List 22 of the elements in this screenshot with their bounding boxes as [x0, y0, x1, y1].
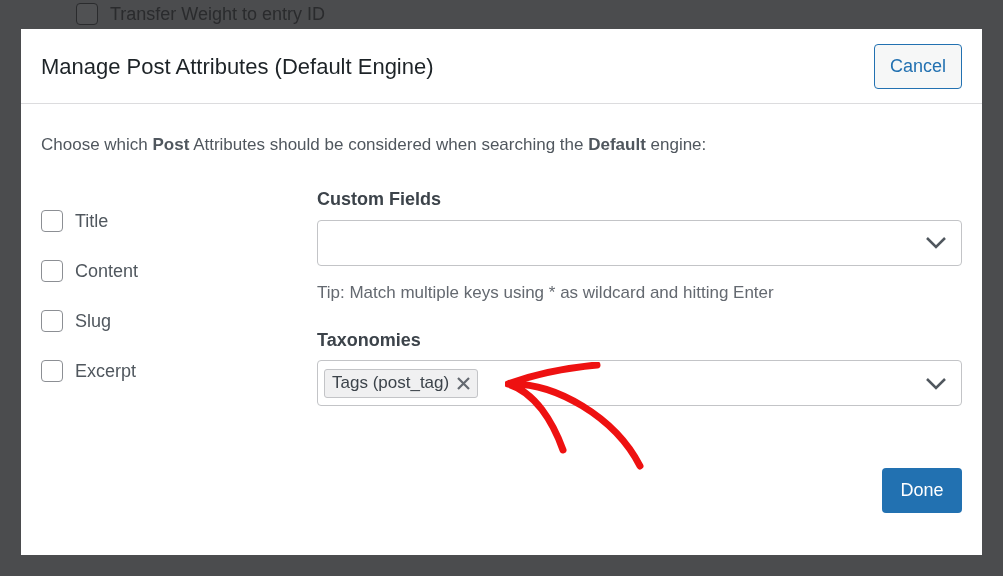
dialog-title: Manage Post Attributes (Default Engine): [41, 52, 434, 81]
chevron-down-icon: [925, 376, 947, 390]
done-button[interactable]: Done: [882, 468, 962, 513]
intro-text: Choose which Post Attributes should be considered when searching the Default engine:: [41, 134, 708, 156]
close-icon[interactable]: [457, 376, 471, 390]
field-label: Custom Fields: [317, 187, 442, 210]
checkbox-label: Excerpt: [75, 359, 137, 383]
tag-label: Tags (post_tag): [332, 372, 450, 395]
cancel-button[interactable]: Cancel: [873, 43, 962, 89]
checkbox[interactable]: [76, 3, 98, 25]
taxonomies-select[interactable]: Tags (post_tag): [317, 360, 962, 406]
checkbox[interactable]: [41, 310, 63, 332]
checkbox[interactable]: [41, 360, 63, 382]
custom-fields-select[interactable]: [317, 219, 962, 266]
checkbox-label: Content: [75, 259, 139, 283]
field-label: Taxonomies: [317, 329, 422, 351]
chevron-down-icon: [925, 236, 947, 249]
checkbox[interactable]: [41, 210, 63, 232]
tip-text: Tip: Match multiple keys using * as wildcard and hitting Enter: [317, 281, 775, 304]
checkbox-label: Slug: [75, 309, 112, 333]
checkbox-label: Title: [75, 209, 109, 233]
checkbox[interactable]: [41, 260, 63, 282]
